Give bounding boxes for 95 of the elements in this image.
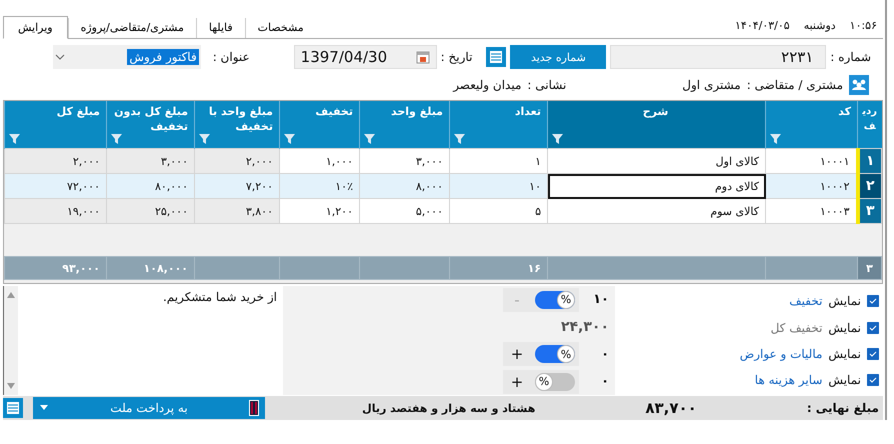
table-cell: ۲,۰۰۰ bbox=[194, 148, 280, 174]
list-settings-icon[interactable] bbox=[486, 47, 506, 68]
scrollbar[interactable] bbox=[4, 286, 18, 396]
table-cell: ۱۹,۰۰۰ bbox=[4, 198, 106, 224]
sum-value: ۲۴,۳۰۰ bbox=[560, 319, 609, 336]
option-label: نمایش bbox=[828, 294, 861, 308]
date-field-label: تاریخ : bbox=[440, 50, 472, 64]
option-link[interactable]: سایر هزینه ها bbox=[754, 373, 822, 388]
final-amount: ۸۳,۷۰۰ bbox=[645, 399, 697, 418]
table-cell: کالای اول bbox=[548, 148, 766, 174]
amount-value: ۰ bbox=[600, 374, 609, 390]
date-field[interactable]: 1397/04/30 bbox=[294, 45, 437, 70]
checkbox[interactable] bbox=[867, 295, 879, 308]
table-cell[interactable]: ۳ bbox=[858, 198, 882, 224]
filter-icon[interactable] bbox=[199, 134, 210, 144]
amount-value: ۱۰ bbox=[592, 292, 609, 308]
option-label: نمایش bbox=[828, 320, 861, 335]
address-value: میدان ولیعصر bbox=[453, 78, 522, 92]
table-cell: ۱,۰۰۰ bbox=[280, 148, 360, 174]
column-header[interactable]: کد bbox=[766, 101, 858, 149]
people-icon[interactable] bbox=[849, 75, 869, 96]
table-cell: ۱۰۰۰۱ bbox=[766, 148, 858, 174]
table-cell: ۷,۲۰۰ bbox=[194, 174, 280, 199]
table-cell: ۲,۰۰۰ bbox=[4, 148, 106, 174]
list-settings-icon[interactable] bbox=[3, 398, 23, 418]
filter-icon[interactable] bbox=[454, 134, 465, 144]
table-cell: ۱۰٪ bbox=[280, 174, 360, 199]
filter-icon[interactable] bbox=[9, 134, 20, 144]
option-label: نمایش bbox=[828, 346, 861, 361]
percent-toggle[interactable]: % bbox=[535, 290, 575, 309]
caret-icon bbox=[39, 405, 49, 412]
column-header[interactable]: مبلغ کل بدون تخفیف bbox=[106, 101, 194, 149]
table-cell: ۱,۲۰۰ bbox=[280, 198, 360, 224]
percent-toggle[interactable]: % bbox=[535, 345, 575, 364]
table-cell: کالای دوم bbox=[548, 174, 766, 199]
total-value: ۹۳,۰۰۰ bbox=[62, 262, 100, 275]
filter-icon[interactable] bbox=[364, 134, 375, 144]
amount-in-words: هشتاد و سه هزار و هفتصد ریال bbox=[362, 402, 536, 415]
table-cell: ۸۰,۰۰۰ bbox=[106, 174, 194, 199]
amount-value: ۰ bbox=[600, 346, 609, 362]
column-header[interactable]: تخفیف bbox=[280, 101, 360, 149]
customer-value: مشتری اول bbox=[682, 78, 741, 92]
address-label: نشانی : bbox=[527, 78, 566, 92]
column-header[interactable]: شرح bbox=[548, 101, 766, 149]
table-cell: ۲۵,۰۰۰ bbox=[106, 198, 194, 224]
table-cell: ۱ bbox=[450, 148, 548, 174]
weekday-label: دوشنبه bbox=[804, 18, 836, 32]
table-cell: ۳,۰۰۰ bbox=[106, 148, 194, 174]
total-value: ۳ bbox=[866, 262, 873, 275]
option-link[interactable]: مالیات و عوارض bbox=[740, 346, 822, 361]
final-amount-label: مبلغ نهایی : bbox=[806, 401, 879, 416]
filter-icon[interactable] bbox=[770, 134, 781, 144]
column-header[interactable]: ردیف bbox=[858, 101, 882, 149]
table-cell: ۳,۰۰۰ bbox=[360, 148, 450, 174]
total-value: ۱۰۸,۰۰۰ bbox=[144, 262, 188, 275]
step-button[interactable]: + bbox=[507, 372, 527, 391]
date-label: ۱۴۰۴/۰۳/۰۵ bbox=[735, 18, 790, 32]
new-number-button[interactable]: شماره جدید bbox=[510, 45, 606, 70]
filter-icon[interactable] bbox=[284, 134, 295, 144]
table-cell: ۸,۰۰۰ bbox=[360, 174, 450, 199]
table-cell: ۱۰۰۰۲ bbox=[766, 174, 858, 199]
clock-time: ۱۰:۵۶ bbox=[850, 18, 877, 32]
number-field[interactable]: ۲۲۳۱ bbox=[610, 45, 826, 70]
table-cell: ۳,۸۰۰ bbox=[194, 198, 280, 224]
table-cell: ۱۰ bbox=[450, 174, 548, 199]
calendar-icon[interactable] bbox=[416, 50, 430, 64]
checkbox[interactable] bbox=[867, 348, 879, 360]
filter-icon[interactable] bbox=[552, 134, 563, 144]
option-label: نمایش bbox=[828, 373, 861, 388]
table-cell: ۱۰۰۰۳ bbox=[766, 198, 858, 224]
total-value: ۱۶ bbox=[528, 262, 541, 275]
title-dropdown[interactable]: فاکتور فروش bbox=[52, 45, 201, 70]
filter-icon[interactable] bbox=[111, 134, 122, 144]
option-link[interactable]: تخفیف bbox=[789, 294, 822, 308]
tab[interactable]: ویرایش bbox=[3, 16, 68, 39]
scroll-up-icon[interactable] bbox=[7, 292, 15, 298]
table-cell: ۷۲,۰۰۰ bbox=[4, 174, 106, 199]
checkbox[interactable] bbox=[867, 374, 879, 386]
column-header[interactable]: مبلغ واحد bbox=[360, 101, 450, 149]
chevron-down-icon bbox=[54, 54, 65, 60]
column-header[interactable]: تعداد bbox=[450, 101, 548, 149]
scroll-down-icon[interactable] bbox=[7, 383, 15, 390]
title-label: عنوان : bbox=[212, 50, 250, 64]
table-cell: ۵,۰۰۰ bbox=[360, 198, 450, 224]
table-cell[interactable]: ۲ bbox=[858, 174, 882, 199]
number-label: شماره : bbox=[830, 50, 871, 64]
table-cell[interactable]: ۱ bbox=[858, 148, 882, 174]
payment-dropdown[interactable]: به پرداخت ملت bbox=[33, 397, 265, 420]
column-header[interactable]: مبلغ واحد با تخفیف bbox=[194, 101, 280, 149]
table-cell: ۵ bbox=[450, 198, 548, 224]
step-button[interactable]: + bbox=[507, 345, 527, 364]
customer-label: مشتری / متقاضی : bbox=[746, 78, 843, 92]
column-header[interactable]: مبلغ کل bbox=[4, 101, 106, 149]
table-cell: کالای سوم bbox=[548, 198, 766, 224]
percent-toggle[interactable]: % bbox=[535, 372, 575, 391]
